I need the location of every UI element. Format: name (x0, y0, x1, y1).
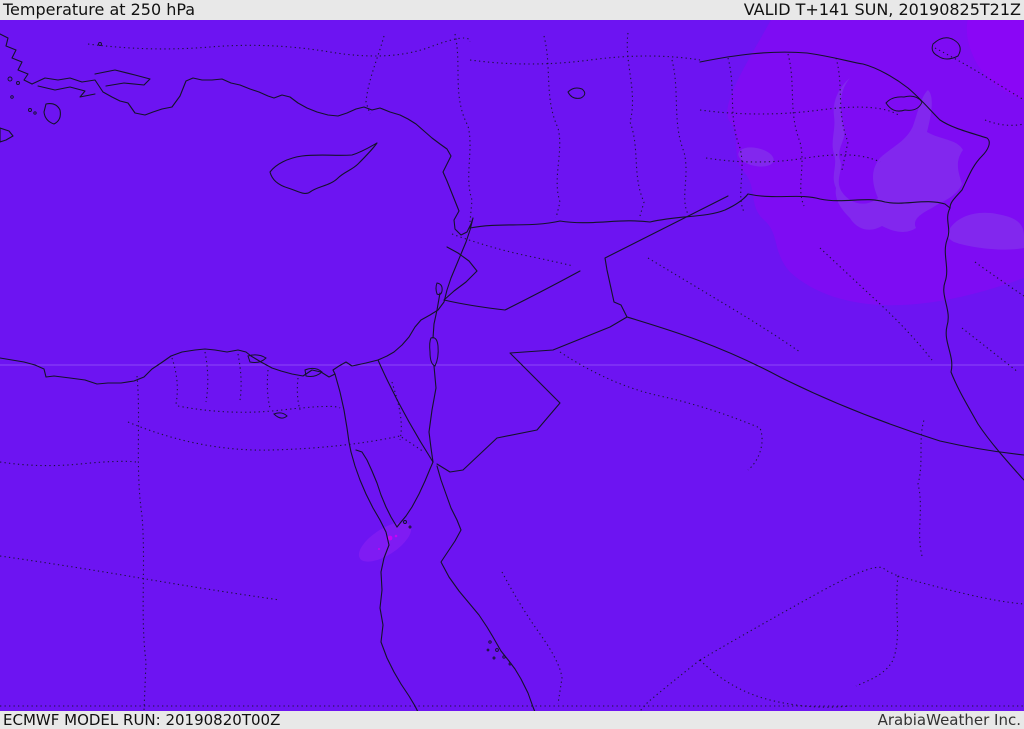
valid-time-label: VALID T+141 SUN, 20190825T21Z (743, 0, 1021, 19)
map-title: Temperature at 250 hPa (3, 0, 196, 19)
weather-map (0, 18, 1024, 713)
weather-map-screen: Temperature at 250 hPa VALID T+141 SUN, … (0, 0, 1024, 729)
header-bar: Temperature at 250 hPa VALID T+141 SUN, … (0, 0, 1024, 20)
model-run-label: ECMWF MODEL RUN: 20190820T00Z (3, 711, 281, 729)
provider-label: ArabiaWeather Inc. (877, 711, 1021, 729)
footer-bar: ECMWF MODEL RUN: 20190820T00Z ArabiaWeat… (0, 711, 1024, 729)
field-hot-spot (378, 548, 380, 550)
field-hot-spot (394, 534, 398, 538)
